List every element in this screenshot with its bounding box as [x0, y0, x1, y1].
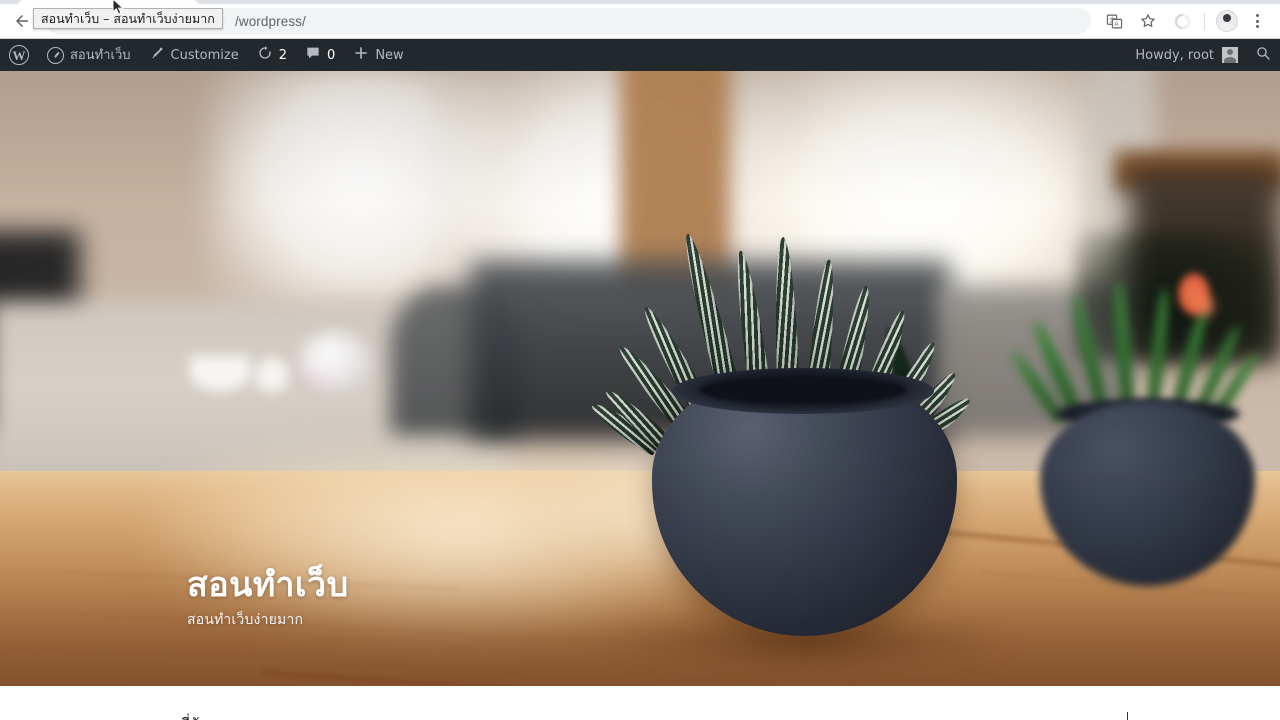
- adminbar-item-site-name[interactable]: สอนทำเว็บ: [38, 39, 140, 71]
- site-content-area: ี่ยั: [0, 686, 1280, 720]
- plus-icon: [353, 45, 369, 65]
- wordpress-logo-icon: W: [9, 45, 29, 65]
- adminbar-item-updates[interactable]: 2: [248, 39, 296, 71]
- adminbar-item-my-account[interactable]: Howdy, root: [1125, 39, 1246, 71]
- adminbar-search-button[interactable]: [1246, 39, 1280, 71]
- adminbar-spacer: [413, 39, 1126, 71]
- adminbar-new-label: New: [375, 47, 404, 63]
- search-icon: [1255, 45, 1271, 65]
- comment-bubble-icon: [305, 45, 321, 65]
- howdy-label: Howdy, root: [1135, 47, 1214, 63]
- site-header-hero: สอนทำเว็บ สอนทำเว็บง่ายมาก: [0, 71, 1280, 686]
- tab-title-tooltip: สอนทำเว็บ – สอนทำเว็บง่ายมาก: [33, 8, 223, 29]
- paintbrush-icon: [149, 45, 165, 65]
- chrome-menu-icon[interactable]: [1244, 7, 1270, 35]
- background-bowl: [190, 356, 250, 391]
- wp-admin-bar: W สอนทำเว็บ Customize 2 0 New Howdy, roo…: [0, 39, 1280, 71]
- adminbar-site-name-label: สอนทำเว็บ: [70, 47, 131, 63]
- background-orange-light-2: [1192, 291, 1218, 321]
- adminbar-right-group: Howdy, root: [1125, 39, 1280, 71]
- toolbar-actions: 文 A: [1097, 4, 1280, 38]
- site-tagline: สอนทำเว็บง่ายมาก: [187, 612, 304, 628]
- translate-icon[interactable]: 文 A: [1100, 7, 1128, 35]
- profile-avatar[interactable]: [1216, 10, 1238, 32]
- background-pillar: [620, 71, 730, 291]
- background-kettle: [300, 331, 370, 391]
- toolbar-divider: [1204, 12, 1205, 30]
- adminbar-item-wp-logo[interactable]: W: [0, 39, 38, 71]
- extension-circle-icon[interactable]: [1168, 7, 1196, 35]
- site-branding: สอนทำเว็บ สอนทำเว็บง่ายมาก: [187, 565, 349, 631]
- text-caret: [1127, 712, 1128, 720]
- adminbar-updates-count: 2: [278, 47, 288, 63]
- main-pot-soil: [700, 376, 906, 404]
- address-bar-url: /wordpress/: [235, 13, 306, 29]
- avatar: [1222, 47, 1238, 63]
- adminbar-customize-label: Customize: [170, 47, 239, 63]
- bookmark-star-icon[interactable]: [1134, 7, 1162, 35]
- updates-refresh-icon: [257, 45, 273, 65]
- svg-text:A: A: [1114, 22, 1118, 28]
- page-title[interactable]: สอนทำเว็บ: [187, 565, 349, 605]
- adminbar-item-new[interactable]: New: [344, 39, 412, 71]
- adminbar-comments-count: 0: [327, 47, 336, 63]
- browser-chrome: /wordpress/ 文 A: [0, 0, 1280, 39]
- adminbar-item-comments[interactable]: 0: [296, 39, 344, 71]
- adminbar-item-customize[interactable]: Customize: [140, 39, 248, 71]
- back-arrow-icon: [16, 15, 28, 27]
- background-cup: [255, 358, 289, 392]
- content-text-peek: ี่ยั: [190, 712, 199, 720]
- dashboard-icon: [47, 46, 64, 64]
